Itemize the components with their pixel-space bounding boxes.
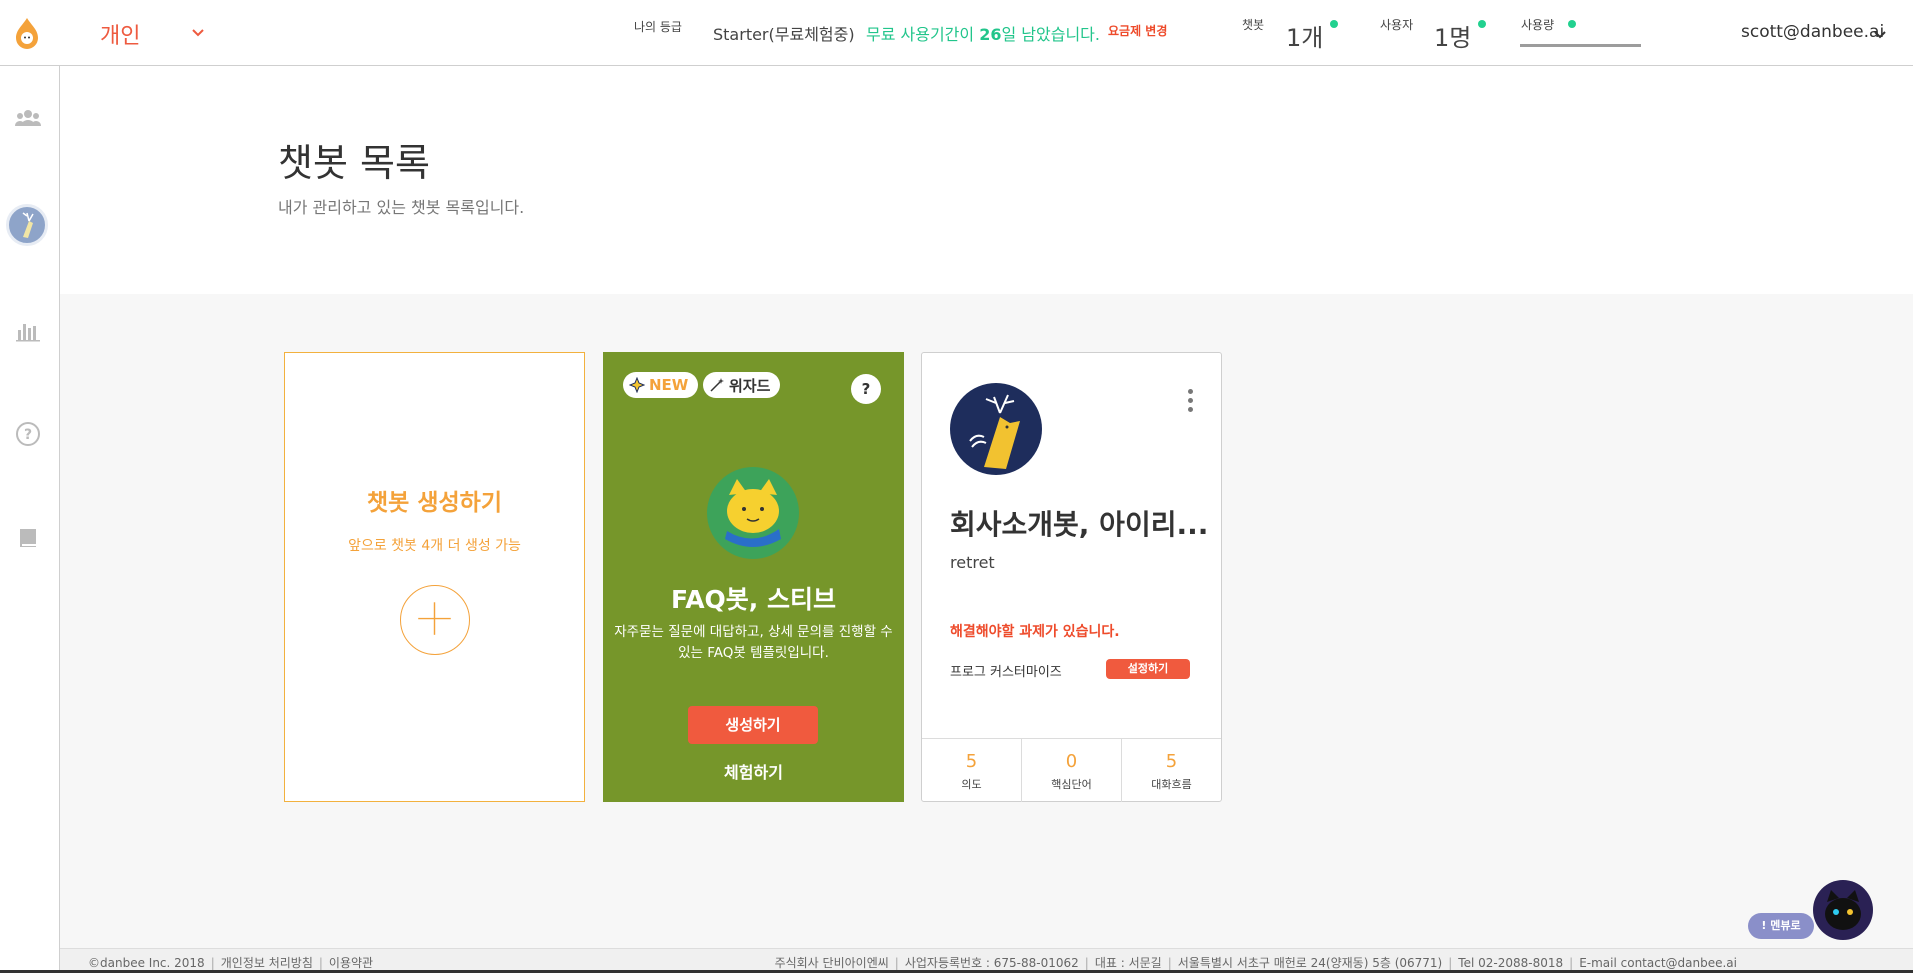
chatbot-card[interactable]: 회사소개봇, 아이리... retret 해결해야할 과제가 있습니다. 프로그… [921,352,1222,802]
footer-left: ©danbee Inc. 2018 | 개인정보 처리방침 | 이용약관 [88,956,374,970]
page-title: 챗봇 목록 [278,141,430,185]
plan-change-link[interactable]: 요금제 변경 [1108,22,1167,39]
account-menu[interactable]: scott@danbee.ai [1741,22,1884,42]
company-address: 서울특별시 서초구 매헌로 24(양재동) 5층 (06771) [1177,956,1443,970]
trial-days: 26 [979,25,1002,44]
company-tel: Tel 02-2088-8018 [1458,956,1564,970]
cat-icon [725,479,781,547]
privacy-link[interactable]: 개인정보 처리방침 [221,956,313,970]
faq-template-card: NEW 위자드 ? FAQ봇, 스티브 자주묻는 질문에 대답하고, 상세 문의… [603,352,904,802]
faq-help-button[interactable]: ? [851,374,881,404]
chatbot-stats: 5 의도 0 핵심단어 5 대화흐름 [922,738,1221,802]
user-count-label: 사용자 [1380,18,1414,32]
chatbot-warning: 해결해야할 과제가 있습니다. [950,624,1120,640]
steve-cat-avatar [707,467,799,559]
new-badge: NEW [623,372,699,398]
faq-title: FAQ봇, 스티브 [670,585,836,614]
usage-status-dot [1568,20,1576,28]
user-status-dot [1478,20,1486,28]
stat-flows[interactable]: 5 대화흐름 [1122,739,1221,802]
sparkle-icon [629,377,645,393]
deer-icon [22,212,34,238]
wizard-badge-label: 위자드 [729,376,771,395]
user-count-value: 1명 [1434,24,1472,52]
stat-keywords-label: 핵심단어 [1051,778,1092,791]
account-chevron-down-icon[interactable] [1872,26,1888,42]
create-chatbot-title: 챗봇 생성하기 [367,490,502,516]
page-header: 챗봇 목록 내가 관리하고 있는 챗봇 목록입니다. [60,66,1913,294]
stat-intents-value: 5 [965,751,978,772]
bot-avatar[interactable] [6,204,48,246]
black-cat-icon [1825,890,1861,930]
create-chatbot-button[interactable] [400,585,470,655]
chevron-down-icon[interactable] [188,22,208,42]
usage-bar [1520,44,1641,47]
magic-wand-icon [710,378,724,392]
create-chatbot-remaining: 앞으로 챗봇 4개 더 생성 가능 [348,538,521,554]
chatbot-status-dot [1330,20,1338,28]
trial-remaining: 무료 사용기간이 26일 남았습니다. [866,21,1100,45]
chat-menu-pill[interactable]: ! 멘뷰로 [1748,913,1814,939]
chatbot-count-value: 1개 [1286,24,1324,52]
faq-create-button[interactable]: 생성하기 [688,706,818,744]
task-settings-button[interactable]: 설정하기 [1106,659,1190,679]
stat-flows-label: 대화흐름 [1151,778,1192,791]
new-badge-label: NEW [649,376,689,394]
svg-text:?: ? [24,427,32,443]
company-name: 주식회사 단비아이엔씨 [774,956,889,970]
help-circle-icon[interactable]: ? [14,420,42,448]
stat-keywords[interactable]: 0 핵심단어 [1022,739,1122,802]
chatbot-name[interactable]: 회사소개봇, 아이리... [950,503,1220,543]
book-icon[interactable] [14,524,42,552]
chat-launcher-cat-icon[interactable] [1813,880,1873,940]
company-email[interactable]: E-mail contact@danbee.ai [1579,956,1737,970]
task-label: 프로그 커스터마이즈 [950,665,1062,680]
usage-label: 사용량 [1521,18,1555,32]
grade-label: 나의 등급 [634,20,682,34]
page-subtitle: 내가 관리하고 있는 챗봇 목록입니다. [278,198,525,217]
trial-prefix: 무료 사용기간이 [866,25,980,44]
business-number: 사업자등록번호 : 675-88-01062 [904,956,1079,970]
trial-suffix: 일 남았습니다. [1001,25,1100,44]
stat-flows-value: 5 [1165,751,1178,772]
copyright: ©danbee Inc. 2018 [88,956,205,970]
footer-right: 주식회사 단비아이엔씨 | 사업자등록번호 : 675-88-01062 | 대표 : … [774,956,1737,970]
bar-chart-icon[interactable] [14,316,42,344]
workspace-selector[interactable]: 개인 [100,18,140,50]
more-options-icon[interactable] [1184,389,1196,419]
stat-intents[interactable]: 5 의도 [922,739,1022,802]
create-chatbot-card[interactable]: 챗봇 생성하기 앞으로 챗봇 4개 더 생성 가능 [284,352,585,802]
grade-value: Starter(무료체험중) [713,25,855,44]
chatbot-count-label: 챗봇 [1242,18,1265,32]
chatbot-description: retret [950,553,995,572]
stat-intents-label: 의도 [961,778,982,791]
top-header: 개인 나의 등급 Starter(무료체험중) 무료 사용기간이 26일 남았습… [0,0,1913,66]
wizard-badge: 위자드 [703,372,781,398]
plus-icon [418,602,451,635]
stat-keywords-value: 0 [1065,751,1078,772]
deer-icon [969,394,1020,469]
faq-description: 자주묻는 질문에 대답하고, 상세 문의를 진행할 수 있는 FAQ봇 템플릿입… [614,624,893,661]
danbee-logo-icon[interactable] [12,16,42,50]
faq-try-link[interactable]: 체험하기 [603,759,904,783]
terms-link[interactable]: 이용약관 [329,956,373,970]
users-icon[interactable] [14,104,42,132]
chatbot-avatar [950,383,1042,475]
sidebar: ? [0,66,60,973]
ceo-name: 대표 : 서문길 [1094,956,1162,970]
